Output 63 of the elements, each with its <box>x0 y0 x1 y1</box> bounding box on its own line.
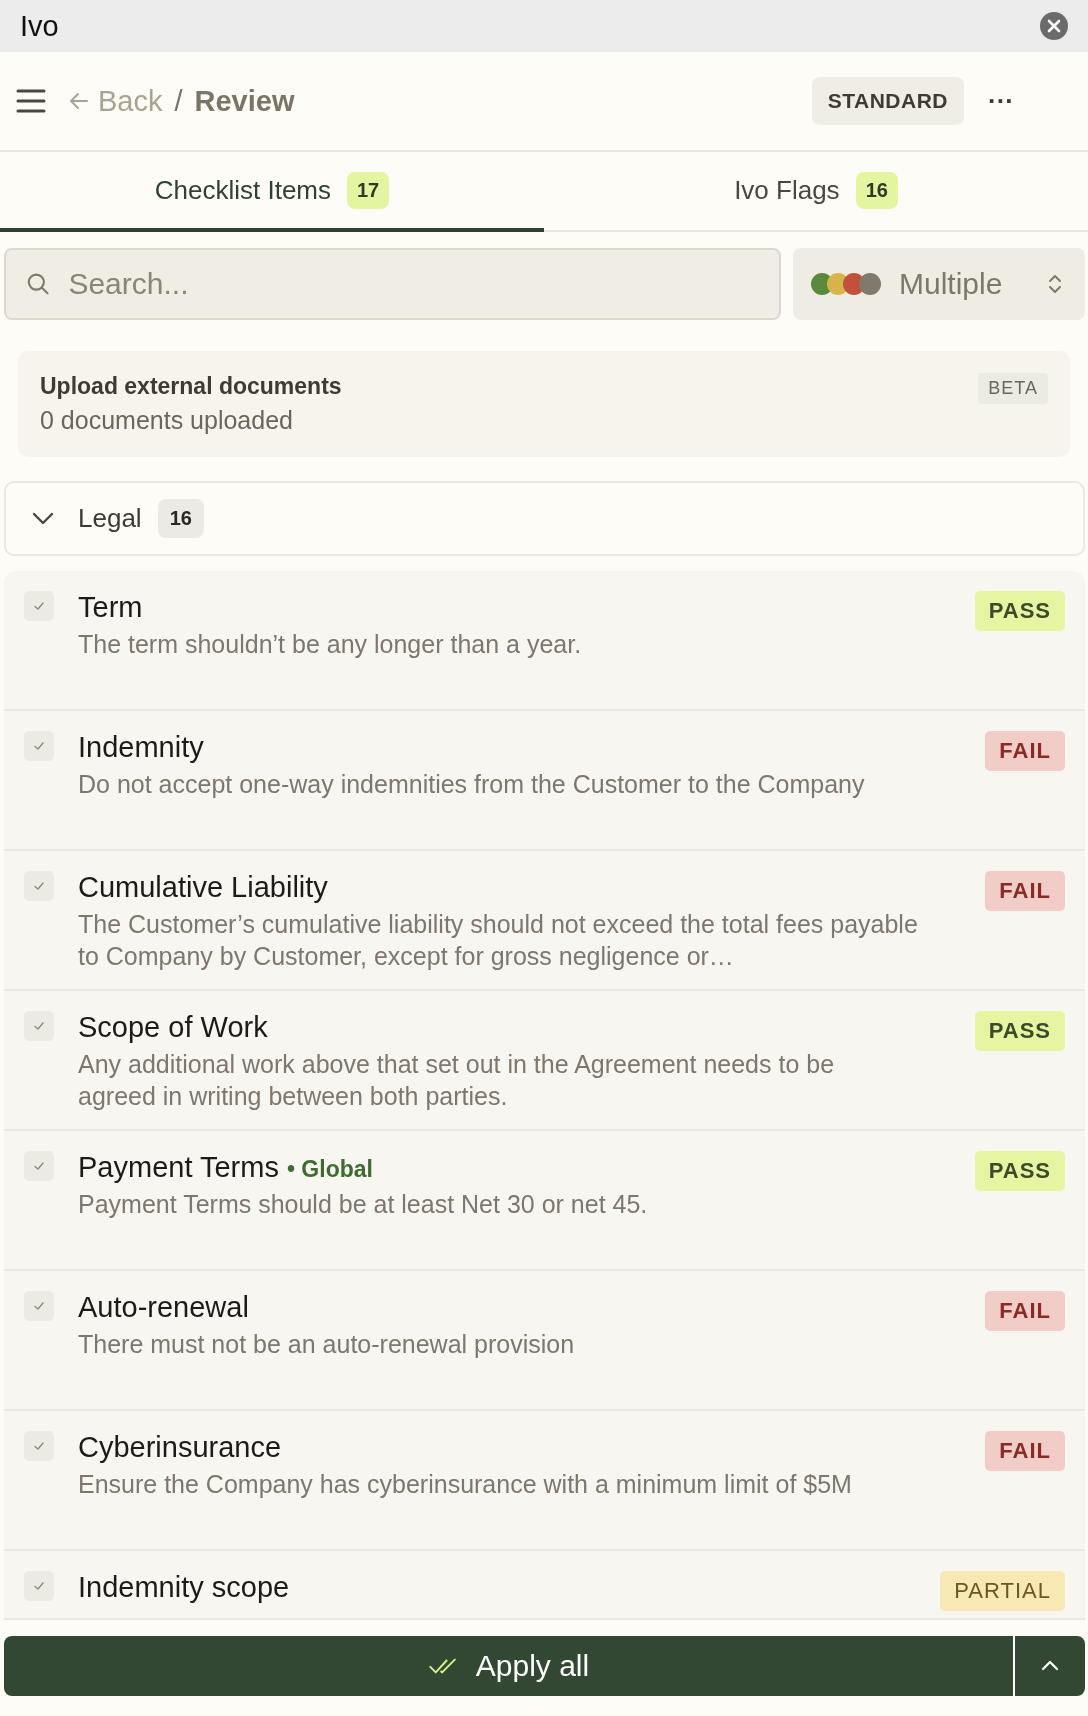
checkbox[interactable] <box>24 591 54 621</box>
apply-all-button[interactable]: Apply all <box>4 1636 1013 1696</box>
menu-icon[interactable] <box>16 88 46 114</box>
checklist-item[interactable]: Term The term shouldn’t be any longer than a year. PASS <box>4 571 1085 711</box>
item-title: Indemnity <box>78 731 204 764</box>
status-badge: FAIL <box>985 1291 1065 1331</box>
checkbox[interactable] <box>24 1571 54 1601</box>
status-badge: PASS <box>974 1011 1065 1051</box>
search-field[interactable]: Search... <box>4 248 781 320</box>
beta-badge: BETA <box>978 373 1048 404</box>
checklist-item[interactable]: Indemnity Do not accept one-way indemnities from the Customer to the Company FAIL <box>4 711 1085 851</box>
status-badge: FAIL <box>985 871 1065 911</box>
close-icon[interactable] <box>1040 12 1068 40</box>
more-button[interactable]: ··· <box>988 85 1014 117</box>
search-icon <box>26 271 51 297</box>
item-title: Term <box>78 591 143 624</box>
checkbox[interactable] <box>24 1291 54 1321</box>
item-title: Auto-renewal <box>78 1291 249 1324</box>
checkbox[interactable] <box>24 731 54 761</box>
item-description: The term shouldn’t be any longer than a year. <box>78 629 583 660</box>
expand-button[interactable] <box>1013 1636 1085 1696</box>
upload-status: 0 documents uploaded <box>40 406 294 435</box>
item-description: There must not be an auto-renewal provision <box>78 1329 576 1360</box>
tab[interactable]: Checklist Items 17 <box>0 152 544 232</box>
item-description: Any additional work above that set out in the Agreement needs to be agreed in writing between both parties. <box>78 1049 836 1112</box>
arrow-left-icon <box>68 90 90 112</box>
item-title: Indemnity scope <box>78 1571 290 1604</box>
item-title: Cumulative Liability <box>78 871 328 904</box>
mode-button[interactable]: STANDARD <box>811 77 964 125</box>
checkbox[interactable] <box>24 1011 54 1041</box>
status-badge: PASS <box>974 591 1065 631</box>
upload-card[interactable]: Upload external documents 0 documents uploaded BETA <box>18 351 1070 457</box>
chevron-updown-icon <box>1047 272 1063 296</box>
checklist-item[interactable]: Scope of Work Any additional work above that set out in the Agreement needs to be agreed in writing between both parties. PASS <box>4 991 1085 1131</box>
checkbox[interactable] <box>24 871 54 901</box>
breadcrumb-separator: / <box>174 84 183 118</box>
item-description: The Customer’s cumulative liability should not exceed the total fees payable to Company by Customer, except for gross negligence or… <box>78 909 919 972</box>
status-badge: PARTIAL <box>940 1571 1065 1611</box>
item-title: Cyberinsurance <box>78 1431 282 1464</box>
window-title: Ivo <box>20 9 59 43</box>
upload-title: Upload external documents <box>40 373 342 400</box>
checklist-item[interactable]: Cumulative Liability The Customer’s cumulative liability should not exceed the total fees payable to Company by Customer, except for gross negligence or… FAIL <box>4 851 1085 991</box>
status-filter-dropdown[interactable]: Multiple <box>793 248 1085 320</box>
item-description: Do not accept one-way indemnities from the Customer to the Company <box>78 769 866 800</box>
checklist-item[interactable]: Cyberinsurance Ensure the Company has cyberinsurance with a minimum limit of $5M FAIL <box>4 1411 1085 1551</box>
status-badge: PASS <box>974 1151 1065 1191</box>
checklist-item[interactable]: Payment Terms • Global Payment Terms should be at least Net 30 or net 45. PASS <box>4 1131 1085 1271</box>
item-title: Payment Terms <box>78 1151 279 1184</box>
status-badge: FAIL <box>985 731 1065 771</box>
checkbox[interactable] <box>24 1431 54 1461</box>
search-input[interactable]: Search... <box>66 266 759 302</box>
checklist-item[interactable]: Auto-renewal There must not be an auto-renewal provision FAIL <box>4 1271 1085 1411</box>
item-title: Scope of Work <box>78 1011 268 1044</box>
checkbox[interactable] <box>24 1151 54 1181</box>
double-check-icon <box>427 1656 458 1676</box>
checklist-item[interactable]: Indemnity scope PARTIAL <box>4 1551 1085 1618</box>
item-description: Payment Terms should be at least Net 30 or net 45. <box>78 1189 649 1220</box>
group-header[interactable]: Legal 16 <box>4 481 1085 556</box>
status-badge: FAIL <box>985 1431 1065 1471</box>
tab[interactable]: Ivo Flags 16 <box>544 152 1088 232</box>
item-description: Ensure the Company has cyberinsurance with a minimum limit of $5M <box>78 1469 853 1500</box>
global-tag: • Global <box>286 1156 373 1183</box>
page-title: Review <box>194 84 295 118</box>
